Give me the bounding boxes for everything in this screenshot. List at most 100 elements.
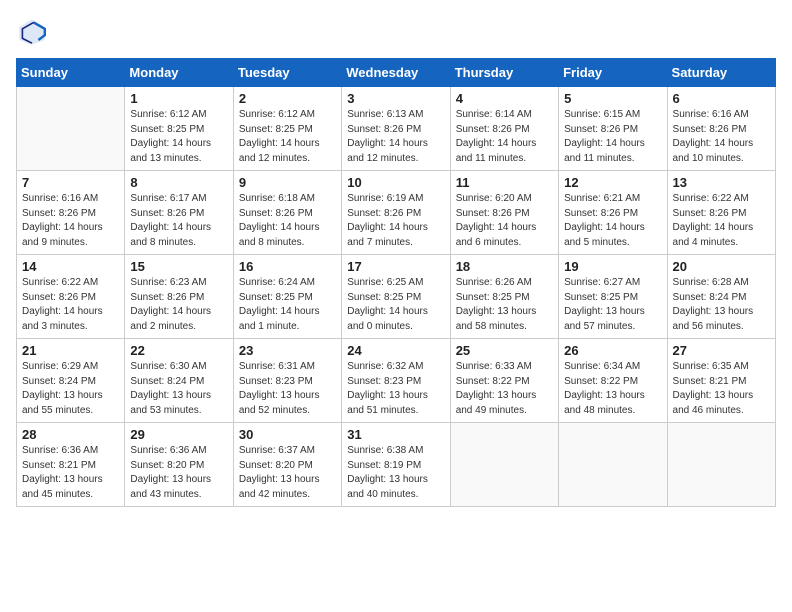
- day-info: Sunrise: 6:26 AMSunset: 8:25 PMDaylight:…: [456, 276, 553, 334]
- day-number: 8: [130, 175, 227, 190]
- calendar-cell: 25 Sunrise: 6:33 AMSunset: 8:22 PMDayligh…: [450, 339, 558, 423]
- calendar-cell: 13Sunrise: 6:22 AMSunset: 8:26 PMDayligh…: [667, 171, 775, 255]
- day-info: Sunrise: 6:24 AMSunset: 8:25 PMDaylight:…: [239, 276, 336, 334]
- calendar-cell: 24 Sunrise: 6:32 AMSunset: 8:23 PMDayligh…: [342, 339, 450, 423]
- day-info: Sunrise: 6:27 AMSunset: 8:25 PMDaylight:…: [564, 276, 661, 334]
- day-info: Sunrise: 6:32 AMSunset: 8:23 PMDaylight:…: [347, 360, 444, 418]
- day-info: Sunrise: 6:15 AMSunset: 8:26 PMDaylight:…: [564, 108, 661, 166]
- day-header-wednesday: Wednesday: [342, 59, 450, 87]
- day-number: 12: [564, 175, 661, 190]
- day-number: 24: [347, 343, 444, 358]
- day-number: 6: [673, 91, 770, 106]
- day-number: 20: [673, 259, 770, 274]
- calendar-cell: 29 Sunrise: 6:36 AMSunset: 8:20 PMDayligh…: [125, 423, 233, 507]
- day-number: 25: [456, 343, 553, 358]
- day-number: 10: [347, 175, 444, 190]
- calendar-cell: 5 Sunrise: 6:15 AMSunset: 8:26 PMDaylight…: [559, 87, 667, 171]
- calendar-cell: 15 Sunrise: 6:23 AMSunset: 8:26 PMDayligh…: [125, 255, 233, 339]
- calendar-cell: 8 Sunrise: 6:17 AMSunset: 8:26 PMDaylight…: [125, 171, 233, 255]
- day-number: 21: [22, 343, 119, 358]
- day-info: Sunrise: 6:17 AMSunset: 8:26 PMDaylight:…: [130, 192, 227, 250]
- day-number: 28: [22, 427, 119, 442]
- calendar-cell: 9 Sunrise: 6:18 AMSunset: 8:26 PMDaylight…: [233, 171, 341, 255]
- day-info: Sunrise: 6:23 AMSunset: 8:26 PMDaylight:…: [130, 276, 227, 334]
- calendar-cell: [667, 423, 775, 507]
- day-number: 22: [130, 343, 227, 358]
- day-info: Sunrise: 6:37 AMSunset: 8:20 PMDaylight:…: [239, 444, 336, 502]
- calendar-cell: 2Sunrise: 6:12 AMSunset: 8:25 PMDaylight…: [233, 87, 341, 171]
- calendar-cell: 19 Sunrise: 6:27 AMSunset: 8:25 PMDayligh…: [559, 255, 667, 339]
- day-info: Sunrise: 6:36 AMSunset: 8:21 PMDaylight:…: [22, 444, 119, 502]
- day-header-tuesday: Tuesday: [233, 59, 341, 87]
- day-header-sunday: Sunday: [17, 59, 125, 87]
- logo-icon: [16, 16, 48, 48]
- calendar-cell: 11 Sunrise: 6:20 AMSunset: 8:26 PMDayligh…: [450, 171, 558, 255]
- day-info: Sunrise: 6:13 AMSunset: 8:26 PMDaylight:…: [347, 108, 444, 166]
- day-number: 19: [564, 259, 661, 274]
- day-info: Sunrise: 6:22 AMSunset: 8:26 PMDaylight:…: [673, 192, 770, 250]
- day-info: Sunrise: 6:28 AMSunset: 8:24 PMDaylight:…: [673, 276, 770, 334]
- day-number: 27: [673, 343, 770, 358]
- day-info: Sunrise: 6:20 AMSunset: 8:26 PMDaylight:…: [456, 192, 553, 250]
- day-info: Sunrise: 6:18 AMSunset: 8:26 PMDaylight:…: [239, 192, 336, 250]
- day-header-monday: Monday: [125, 59, 233, 87]
- day-info: Sunrise: 6:21 AMSunset: 8:26 PMDaylight:…: [564, 192, 661, 250]
- calendar-cell: 10 Sunrise: 6:19 AMSunset: 8:26 PMDayligh…: [342, 171, 450, 255]
- calendar-cell: 18 Sunrise: 6:26 AMSunset: 8:25 PMDayligh…: [450, 255, 558, 339]
- day-number: 7: [22, 175, 119, 190]
- day-number: 5: [564, 91, 661, 106]
- day-info: Sunrise: 6:30 AMSunset: 8:24 PMDaylight:…: [130, 360, 227, 418]
- calendar-cell: [450, 423, 558, 507]
- day-info: Sunrise: 6:33 AMSunset: 8:22 PMDaylight:…: [456, 360, 553, 418]
- day-info: Sunrise: 6:16 AMSunset: 8:26 PMDaylight:…: [673, 108, 770, 166]
- day-info: Sunrise: 6:35 AMSunset: 8:21 PMDaylight:…: [673, 360, 770, 418]
- logo: [16, 16, 52, 48]
- calendar-cell: [559, 423, 667, 507]
- calendar-cell: 22 Sunrise: 6:30 AMSunset: 8:24 PMDayligh…: [125, 339, 233, 423]
- day-number: 9: [239, 175, 336, 190]
- day-number: 23: [239, 343, 336, 358]
- day-info: Sunrise: 6:31 AMSunset: 8:23 PMDaylight:…: [239, 360, 336, 418]
- calendar-cell: 31Sunrise: 6:38 AMSunset: 8:19 PMDayligh…: [342, 423, 450, 507]
- day-info: Sunrise: 6:14 AMSunset: 8:26 PMDaylight:…: [456, 108, 553, 166]
- calendar-cell: [17, 87, 125, 171]
- day-number: 29: [130, 427, 227, 442]
- day-info: Sunrise: 6:25 AMSunset: 8:25 PMDaylight:…: [347, 276, 444, 334]
- calendar-cell: 12 Sunrise: 6:21 AMSunset: 8:26 PMDayligh…: [559, 171, 667, 255]
- calendar-cell: 1 Sunrise: 6:12 AMSunset: 8:25 PMDaylight…: [125, 87, 233, 171]
- calendar-cell: 23 Sunrise: 6:31 AMSunset: 8:23 PMDayligh…: [233, 339, 341, 423]
- week-row-2: 7Sunrise: 6:16 AMSunset: 8:26 PMDaylight…: [17, 171, 776, 255]
- day-info: Sunrise: 6:34 AMSunset: 8:22 PMDaylight:…: [564, 360, 661, 418]
- day-number: 16: [239, 259, 336, 274]
- day-number: 4: [456, 91, 553, 106]
- calendar-cell: 28 Sunrise: 6:36 AMSunset: 8:21 PMDayligh…: [17, 423, 125, 507]
- week-row-3: 14Sunrise: 6:22 AMSunset: 8:26 PMDayligh…: [17, 255, 776, 339]
- day-number: 11: [456, 175, 553, 190]
- calendar-cell: 16 Sunrise: 6:24 AMSunset: 8:25 PMDayligh…: [233, 255, 341, 339]
- days-of-week-row: SundayMondayTuesdayWednesdayThursdayFrid…: [17, 59, 776, 87]
- calendar-cell: 4 Sunrise: 6:14 AMSunset: 8:26 PMDaylight…: [450, 87, 558, 171]
- day-number: 1: [130, 91, 227, 106]
- day-number: 30: [239, 427, 336, 442]
- day-number: 2: [239, 91, 336, 106]
- calendar-cell: 26 Sunrise: 6:34 AMSunset: 8:22 PMDayligh…: [559, 339, 667, 423]
- calendar-header: SundayMondayTuesdayWednesdayThursdayFrid…: [17, 59, 776, 87]
- day-number: 17: [347, 259, 444, 274]
- calendar-cell: 6 Sunrise: 6:16 AMSunset: 8:26 PMDaylight…: [667, 87, 775, 171]
- calendar-cell: 21 Sunrise: 6:29 AMSunset: 8:24 PMDayligh…: [17, 339, 125, 423]
- calendar-cell: 7Sunrise: 6:16 AMSunset: 8:26 PMDaylight…: [17, 171, 125, 255]
- day-info: Sunrise: 6:36 AMSunset: 8:20 PMDaylight:…: [130, 444, 227, 502]
- day-number: 26: [564, 343, 661, 358]
- calendar-cell: 20 Sunrise: 6:28 AMSunset: 8:24 PMDayligh…: [667, 255, 775, 339]
- day-info: Sunrise: 6:19 AMSunset: 8:26 PMDaylight:…: [347, 192, 444, 250]
- day-number: 18: [456, 259, 553, 274]
- day-number: 15: [130, 259, 227, 274]
- day-info: Sunrise: 6:12 AMSunset: 8:25 PMDaylight:…: [130, 108, 227, 166]
- day-info: Sunrise: 6:38 AMSunset: 8:19 PMDaylight:…: [347, 444, 444, 502]
- week-row-4: 21 Sunrise: 6:29 AMSunset: 8:24 PMDayligh…: [17, 339, 776, 423]
- header: [16, 16, 776, 48]
- day-info: Sunrise: 6:29 AMSunset: 8:24 PMDaylight:…: [22, 360, 119, 418]
- week-row-1: 1 Sunrise: 6:12 AMSunset: 8:25 PMDaylight…: [17, 87, 776, 171]
- calendar-cell: 17 Sunrise: 6:25 AMSunset: 8:25 PMDayligh…: [342, 255, 450, 339]
- day-number: 3: [347, 91, 444, 106]
